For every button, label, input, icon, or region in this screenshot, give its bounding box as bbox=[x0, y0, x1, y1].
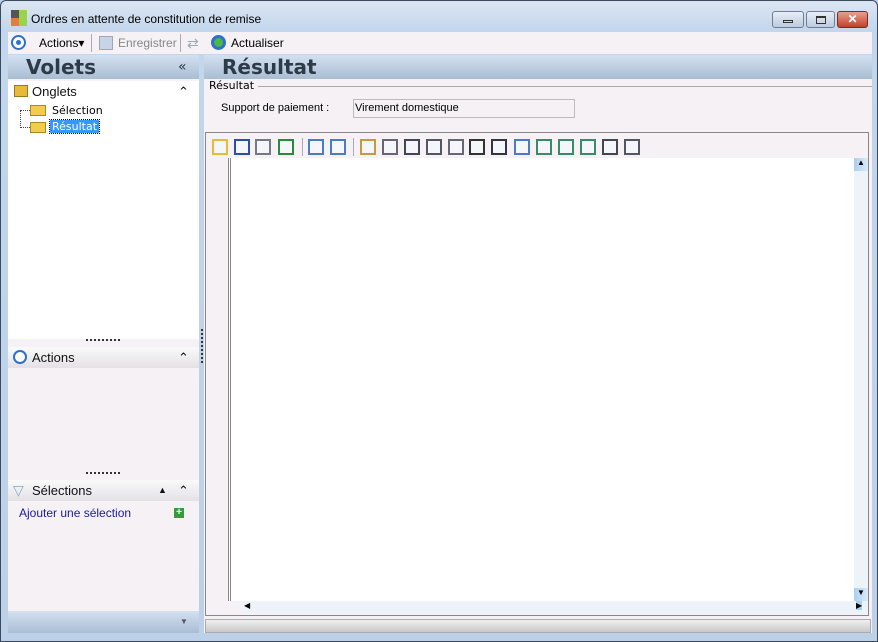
column-layout-icon[interactable] bbox=[558, 139, 574, 155]
selections-section-header[interactable]: ▽ Sélections ▲ ⌃ bbox=[8, 480, 199, 501]
filter-icon[interactable] bbox=[448, 139, 464, 155]
resultat-header: Résultat bbox=[204, 55, 872, 79]
sum-down-icon[interactable] bbox=[469, 139, 485, 155]
payment-method-field[interactable]: Virement domestique bbox=[353, 99, 575, 118]
folder-icon bbox=[30, 105, 46, 116]
volets-header: Volets « bbox=[8, 55, 199, 79]
splitter-handle[interactable] bbox=[86, 339, 120, 341]
open-icon[interactable] bbox=[212, 139, 228, 155]
tree-item-resultat[interactable]: Résultat bbox=[48, 119, 101, 134]
vertical-scrollbar[interactable]: ▲ ▼ bbox=[854, 158, 868, 601]
add-selection-link[interactable]: Ajouter une sélection bbox=[19, 506, 131, 520]
onglets-tree: Sélection Résultat bbox=[8, 102, 199, 339]
grid-lines-icon[interactable] bbox=[404, 139, 420, 155]
vertical-splitter[interactable] bbox=[201, 329, 203, 363]
maximize-button[interactable] bbox=[806, 11, 835, 28]
sync-icon: ⇄ bbox=[187, 35, 199, 51]
panel-footer: ▼ bbox=[8, 611, 199, 633]
status-bar bbox=[205, 619, 871, 633]
grid-icon[interactable] bbox=[382, 139, 398, 155]
actions-section-header[interactable]: Actions ⌃ bbox=[8, 347, 199, 368]
horizontal-scrollbar[interactable]: ◀ ▶ bbox=[242, 601, 868, 614]
actions-icon bbox=[11, 35, 26, 50]
actions-menu[interactable]: Actions▾ bbox=[39, 36, 84, 50]
add-table-icon[interactable] bbox=[360, 139, 376, 155]
sum-icon[interactable] bbox=[491, 139, 507, 155]
payment-method-label: Support de paiement : bbox=[221, 102, 330, 114]
collapse-icon[interactable]: ⌃ bbox=[178, 347, 189, 368]
add-icon[interactable]: + bbox=[174, 508, 184, 518]
move-up-icon[interactable]: ▲ bbox=[158, 480, 167, 501]
left-panel: Volets « Onglets ⌃ Sélection Résultat Acti… bbox=[8, 55, 199, 633]
excel-icon[interactable] bbox=[278, 139, 294, 155]
save-button[interactable]: Enregistrer bbox=[118, 36, 177, 50]
add-row-icon[interactable] bbox=[602, 139, 618, 155]
open-folder-icon bbox=[30, 122, 46, 133]
row-layout-icon[interactable] bbox=[536, 139, 552, 155]
columns-icon[interactable] bbox=[330, 139, 346, 155]
main-toolbar: Actions▾ Enregistrer ⇄ Actualiser bbox=[8, 32, 872, 54]
refresh-icon bbox=[211, 35, 226, 50]
result-grid: ▲ ▼ ◀ ▶ bbox=[205, 132, 869, 616]
grid-content bbox=[228, 158, 854, 601]
application-window: Ordres en attente de constitution de rem… bbox=[0, 0, 878, 642]
actions-icon bbox=[13, 350, 27, 364]
tree-item-selection[interactable]: Sélection bbox=[52, 104, 103, 117]
save-icon bbox=[99, 36, 113, 50]
rows-icon[interactable] bbox=[308, 139, 324, 155]
splitter-handle[interactable] bbox=[86, 472, 120, 474]
collapse-icon[interactable]: ⌃ bbox=[178, 480, 189, 501]
window-title: Ordres en attente de constitution de rem… bbox=[31, 12, 262, 26]
save-icon[interactable] bbox=[234, 139, 250, 155]
folder-icon bbox=[14, 85, 28, 97]
group-title: Résultat bbox=[209, 79, 259, 92]
collapse-icon[interactable]: ⌃ bbox=[178, 81, 189, 102]
app-logo-icon bbox=[11, 10, 27, 26]
group-layout-icon[interactable] bbox=[580, 139, 596, 155]
column-width-icon[interactable] bbox=[514, 139, 530, 155]
close-button[interactable]: ✕ bbox=[837, 11, 868, 28]
refresh-button[interactable]: Actualiser bbox=[231, 36, 284, 50]
remove-row-icon[interactable] bbox=[624, 139, 640, 155]
print-icon[interactable] bbox=[255, 139, 271, 155]
minimize-button[interactable] bbox=[772, 11, 804, 28]
grid-lines-2-icon[interactable] bbox=[426, 139, 442, 155]
chevron-down-icon[interactable]: ▼ bbox=[180, 617, 188, 626]
collapse-panel-button[interactable]: « bbox=[178, 55, 187, 79]
filter-icon: ▽ bbox=[13, 482, 24, 498]
onglets-section-header[interactable]: Onglets ⌃ bbox=[8, 81, 199, 102]
